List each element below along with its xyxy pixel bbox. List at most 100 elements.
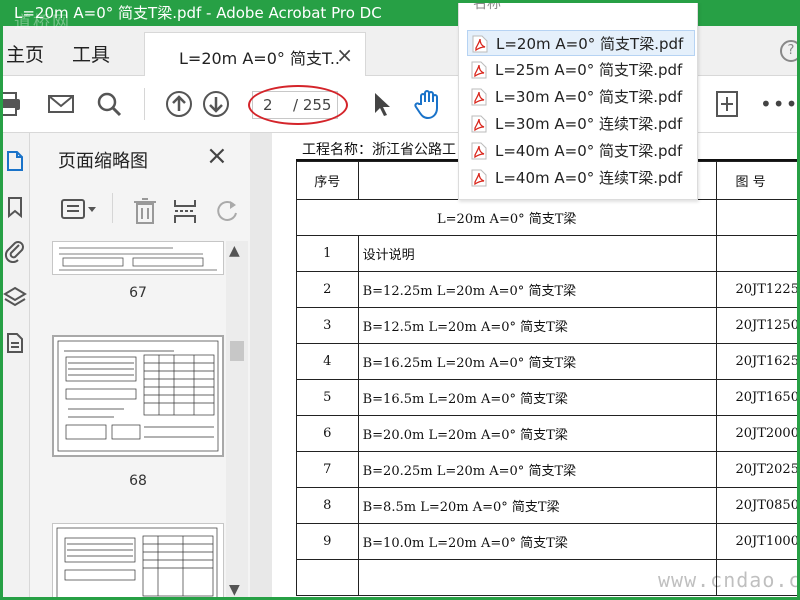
close-icon[interactable]: ×	[206, 143, 228, 169]
file-list-item[interactable]: L=40m A=0° 连续T梁.pdf	[467, 165, 695, 191]
tab-close-icon[interactable]: ×	[336, 43, 353, 67]
row-number: 1	[296, 235, 359, 272]
row-name: B=8.5m L=20m A=0° 简支T梁	[357, 487, 718, 524]
file-list-item[interactable]: L=25m A=0° 简支T梁.pdf	[467, 57, 695, 83]
highlight-ellipse	[248, 85, 348, 125]
tab-document[interactable]: L=20m A=0° 简支T... ×	[144, 32, 366, 76]
extract-page-icon[interactable]	[172, 197, 198, 225]
project-name: 工程名称：浙江省公路工	[302, 142, 456, 158]
scroll-down-icon[interactable]: ▼	[229, 582, 240, 598]
watermark-bottom-right: www.cndao.com	[658, 568, 800, 592]
thumbnail-scrollbar[interactable]: ▲ ▼	[226, 241, 248, 600]
select-arrow-icon[interactable]	[366, 89, 396, 119]
row-name: B=20.25m L=20m A=0° 简支T梁	[357, 451, 718, 488]
row-figure-number: 20JT1250	[716, 307, 800, 344]
scrollbar-thumb[interactable]	[230, 341, 244, 361]
help-icon[interactable]: ?	[780, 40, 800, 62]
thumbnail-toolbar	[30, 189, 250, 229]
file-list-item[interactable]: L=40m A=0° 简支T梁.pdf	[467, 138, 695, 164]
file-name: L=30m A=0° 简支T梁.pdf	[495, 88, 683, 106]
page-thumbnails-icon[interactable]	[3, 149, 27, 173]
table-row: 3 B=12.5m L=20m A=0° 简支T梁 20JT1250	[296, 307, 800, 344]
left-icon-rail	[0, 133, 30, 600]
hand-icon[interactable]	[412, 87, 446, 121]
row-figure-number: 20JT0850	[716, 487, 800, 524]
table-row: 7 B=20.25m L=20m A=0° 简支T梁 20JT2025	[296, 451, 800, 488]
table-row: 9 B=10.0m L=20m A=0° 简支T梁 20JT1000	[296, 523, 800, 560]
row-figure-number: 20JT2025	[716, 451, 800, 488]
row-name: B=12.5m L=20m A=0° 简支T梁	[357, 307, 718, 344]
thumbnail-page[interactable]	[52, 523, 224, 600]
tab-home[interactable]: 主页	[6, 40, 44, 67]
row-figure-number: 20JT2000	[716, 415, 800, 452]
thumbnail-page[interactable]	[52, 335, 224, 457]
file-list-dropdown: 名称 L=20m A=0° 简支T梁.pdf L=25m A=0° 简支T梁.pd…	[458, 0, 698, 200]
row-figure-number: 20JT1225	[716, 271, 800, 308]
table-row: 4 B=16.25m L=20m A=0° 简支T梁 20JT1625	[296, 343, 800, 380]
thumbnail-page[interactable]	[52, 241, 224, 275]
row-name: B=10.0m L=20m A=0° 简支T梁	[357, 523, 718, 560]
drawing-index-table: 序号 图 号 L=20m A=0° 简支T梁 1 设计说明 2 B=12.25m L=…	[295, 161, 800, 596]
table-row: 5 B=16.5m L=20m A=0° 简支T梁 20JT1650	[296, 379, 800, 416]
file-name: L=30m A=0° 连续T梁.pdf	[495, 115, 683, 133]
row-name: B=12.25m L=20m A=0° 简支T梁	[357, 271, 718, 308]
row-number: 7	[296, 451, 359, 488]
table-row: 2 B=12.25m L=20m A=0° 简支T梁 20JT1225	[296, 271, 800, 308]
thumbnail-page-number: 67	[129, 285, 147, 301]
document-properties-icon[interactable]	[3, 331, 27, 355]
email-icon[interactable]	[46, 89, 76, 119]
file-list-item[interactable]: L=20m A=0° 简支T梁.pdf	[467, 30, 695, 56]
row-number: 9	[296, 523, 359, 560]
row-name: B=20.0m L=20m A=0° 简支T梁	[357, 415, 718, 452]
more-icon[interactable]: •••	[760, 94, 798, 114]
file-name: L=40m A=0° 连续T梁.pdf	[495, 169, 683, 187]
page-down-icon[interactable]	[201, 89, 231, 119]
page-up-icon[interactable]	[164, 89, 194, 119]
attachment-icon[interactable]	[3, 239, 27, 263]
pdf-file-icon	[471, 88, 487, 106]
row-number: 3	[296, 307, 359, 344]
pdf-file-icon	[471, 169, 487, 187]
section-fig-cell	[716, 199, 800, 236]
row-number: 5	[296, 379, 359, 416]
row-figure-number: 20JT1625	[716, 343, 800, 380]
thumbnail-options-icon[interactable]	[60, 197, 100, 223]
row-number: 8	[296, 487, 359, 524]
file-list-item[interactable]: L=30m A=0° 简支T梁.pdf	[467, 84, 695, 110]
pdf-file-icon	[471, 142, 487, 160]
file-name: L=25m A=0° 简支T梁.pdf	[495, 61, 683, 79]
row-number: 6	[296, 415, 359, 452]
scroll-up-icon[interactable]: ▲	[229, 243, 240, 259]
rotate-icon[interactable]	[214, 197, 240, 225]
delete-icon[interactable]	[132, 197, 158, 225]
thumbnail-page-number: 68	[129, 473, 147, 489]
pdf-file-icon	[471, 61, 487, 79]
row-figure-number: 20JT1000	[716, 523, 800, 560]
print-icon[interactable]	[0, 89, 24, 119]
layers-icon[interactable]	[3, 285, 27, 309]
pdf-file-icon	[471, 115, 487, 133]
search-icon[interactable]	[94, 89, 124, 119]
header-figure-number: 图 号	[716, 161, 800, 200]
toolbar-separator	[112, 193, 113, 223]
toolbar-separator	[144, 88, 145, 120]
row-number: 2	[296, 271, 359, 308]
fit-page-icon[interactable]	[712, 89, 742, 119]
tab-tools[interactable]: 工具	[72, 40, 110, 67]
row-number	[296, 559, 359, 596]
row-name: B=16.5m L=20m A=0° 简支T梁	[357, 379, 718, 416]
row-name: B=16.25m L=20m A=0° 简支T梁	[357, 343, 718, 380]
file-list-item[interactable]: L=30m A=0° 连续T梁.pdf	[467, 111, 695, 137]
section-title: L=20m A=0° 简支T梁	[295, 199, 718, 236]
tab-document-label: L=20m A=0° 简支T...	[179, 49, 339, 68]
watermark-top-left: 道桥网	[14, 13, 71, 33]
table-row: 8 B=8.5m L=20m A=0° 简支T梁 20JT0850	[296, 487, 800, 524]
thumbnail-list[interactable]: 67 68	[30, 241, 226, 600]
thumbnail-panel-title: 页面缩略图	[58, 151, 148, 172]
table-section-row: L=20m A=0° 简支T梁	[295, 199, 800, 236]
dropdown-header: 名称	[473, 0, 501, 12]
pdf-file-icon	[472, 35, 488, 53]
row-name: 设计说明	[357, 235, 718, 272]
file-name: L=40m A=0° 简支T梁.pdf	[495, 142, 683, 160]
bookmark-icon[interactable]	[3, 195, 27, 219]
